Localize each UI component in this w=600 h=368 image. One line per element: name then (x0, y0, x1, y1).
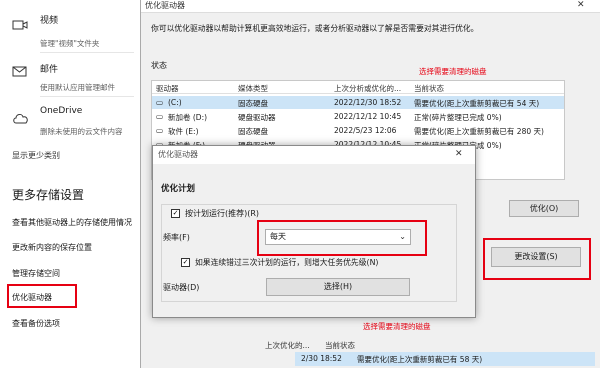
video-icon (12, 18, 28, 35)
optimize-button[interactable]: 优化(O) (509, 200, 579, 217)
cell-last: 2022/5/23 12:06 (334, 126, 397, 135)
more-storage-heading: 更多存储设置 (12, 188, 85, 202)
show-fewer-link[interactable]: 显示更少类别 (12, 150, 60, 161)
table-row[interactable]: ▭ 软件 (E:) 固态硬盘 2022/5/23 12:06 需要优化(距上次重… (152, 124, 564, 137)
cell-last: 2022/12/30 18:52 (334, 98, 402, 107)
category-desc-mail: 使用默认应用管理邮件 (40, 83, 115, 92)
mail-icon (12, 66, 28, 81)
cloud-icon (12, 112, 30, 127)
cell-last: 2022/12/12 10:45 (334, 112, 402, 121)
category-title-video[interactable]: 视频 (40, 13, 58, 26)
cell-last: 2/30 18:52 (301, 354, 342, 363)
annotation-bottom: 选择需要清理的磁盘 (363, 322, 431, 331)
link-save-location[interactable]: 更改新内容的保存位置 (12, 242, 92, 253)
close-icon[interactable]: ✕ (577, 0, 585, 10)
dialog-title: 优化驱动器 (158, 150, 198, 159)
table-row[interactable]: ▭ (C:) 固态硬盘 2022/12/30 18:52 需要优化(距上次重新剪… (152, 96, 564, 109)
cell-status: 需要优化(距上次重新剪裁已有 54 天) (414, 99, 540, 108)
drive-icon: ▭ (156, 126, 164, 135)
divider (40, 52, 134, 53)
link-other-drives[interactable]: 查看其他驱动器上的存储使用情况 (12, 217, 132, 228)
chevron-down-icon: ⌄ (399, 232, 406, 241)
annotation-top: 选择需要清理的磁盘 (419, 67, 487, 76)
frequency-value: 每天 (270, 232, 286, 241)
cell-drive: (C:) (168, 98, 182, 107)
cell-media: 固态硬盘 (238, 127, 268, 136)
drives-label: 驱动器(D) (163, 283, 200, 292)
column-header-status-bottom: 当前状态 (325, 341, 355, 350)
storage-settings-panel: 视频 管理"视频"文件夹 邮件 使用默认应用管理邮件 OneDrive 删除未使… (0, 0, 140, 368)
optimize-schedule-dialog: 优化驱动器 ✕ 优化计划 ✓ 按计划运行(推荐)(R) 频率(F) 每天 ⌄ ✓… (152, 145, 476, 318)
link-backup-options[interactable]: 查看备份选项 (12, 318, 60, 329)
header-divider (152, 93, 564, 94)
link-storage-spaces[interactable]: 管理存储空间 (12, 268, 60, 279)
window-title: 优化驱动器 (145, 1, 185, 10)
cell-media: 硬盘驱动器 (238, 113, 276, 122)
status-label: 状态 (151, 61, 167, 70)
close-icon[interactable]: ✕ (455, 149, 463, 159)
background-window-strip: 选择需要清理的磁盘 上次优化的... 当前状态 2/30 18:52 需要优化(… (165, 318, 600, 368)
column-header-last-optimized: 上次优化的... (265, 341, 310, 350)
category-desc-video: 管理"视频"文件夹 (40, 39, 100, 48)
drive-icon: ▭ (156, 112, 164, 121)
category-title-onedrive[interactable]: OneDrive (40, 106, 82, 116)
table-row[interactable]: 2/30 18:52 需要优化(距上次重新剪裁已有 58 天) (295, 352, 595, 366)
frequency-select[interactable]: 每天 ⌄ (265, 229, 411, 245)
frequency-label: 频率(F) (163, 233, 190, 242)
drive-icon: ▭ (156, 98, 164, 107)
choose-drives-button[interactable]: 选择(H) (266, 278, 410, 296)
dialog-titlebar: 优化驱动器 (153, 146, 475, 164)
cell-status: 需要优化(距上次重新剪裁已有 58 天) (357, 355, 483, 364)
category-desc-onedrive: 删除未使用的云文件内容 (40, 127, 123, 136)
cell-drive: 新加卷 (D:) (168, 113, 208, 122)
cell-status: 需要优化(距上次重新剪裁已有 280 天) (414, 127, 544, 136)
cell-drive: 软件 (E:) (168, 127, 199, 136)
window-titlebar: 优化驱动器 (141, 0, 600, 13)
run-schedule-label[interactable]: 按计划运行(推荐)(R) (185, 208, 259, 219)
category-title-mail[interactable]: 邮件 (40, 62, 58, 75)
run-schedule-checkbox[interactable]: ✓ (171, 209, 180, 218)
section-heading: 优化计划 (161, 184, 196, 194)
window-description: 你可以优化驱动器以帮助计算机更高效地运行，或者分析驱动器以了解是否需要对其进行优… (151, 24, 479, 33)
change-settings-button[interactable]: 更改设置(S) (491, 247, 581, 267)
divider (40, 96, 134, 97)
table-row[interactable]: ▭ 新加卷 (D:) 硬盘驱动器 2022/12/12 10:45 正常(碎片整… (152, 110, 564, 123)
cell-status: 正常(碎片整理已完成 0%) (414, 113, 502, 122)
link-optimize-drives[interactable]: 优化驱动器 (12, 292, 52, 303)
cell-media: 固态硬盘 (238, 99, 268, 108)
priority-checkbox[interactable]: ✓ (181, 258, 190, 267)
priority-label[interactable]: 如果连续错过三次计划的运行，则增大任务优先级(N) (195, 257, 378, 268)
